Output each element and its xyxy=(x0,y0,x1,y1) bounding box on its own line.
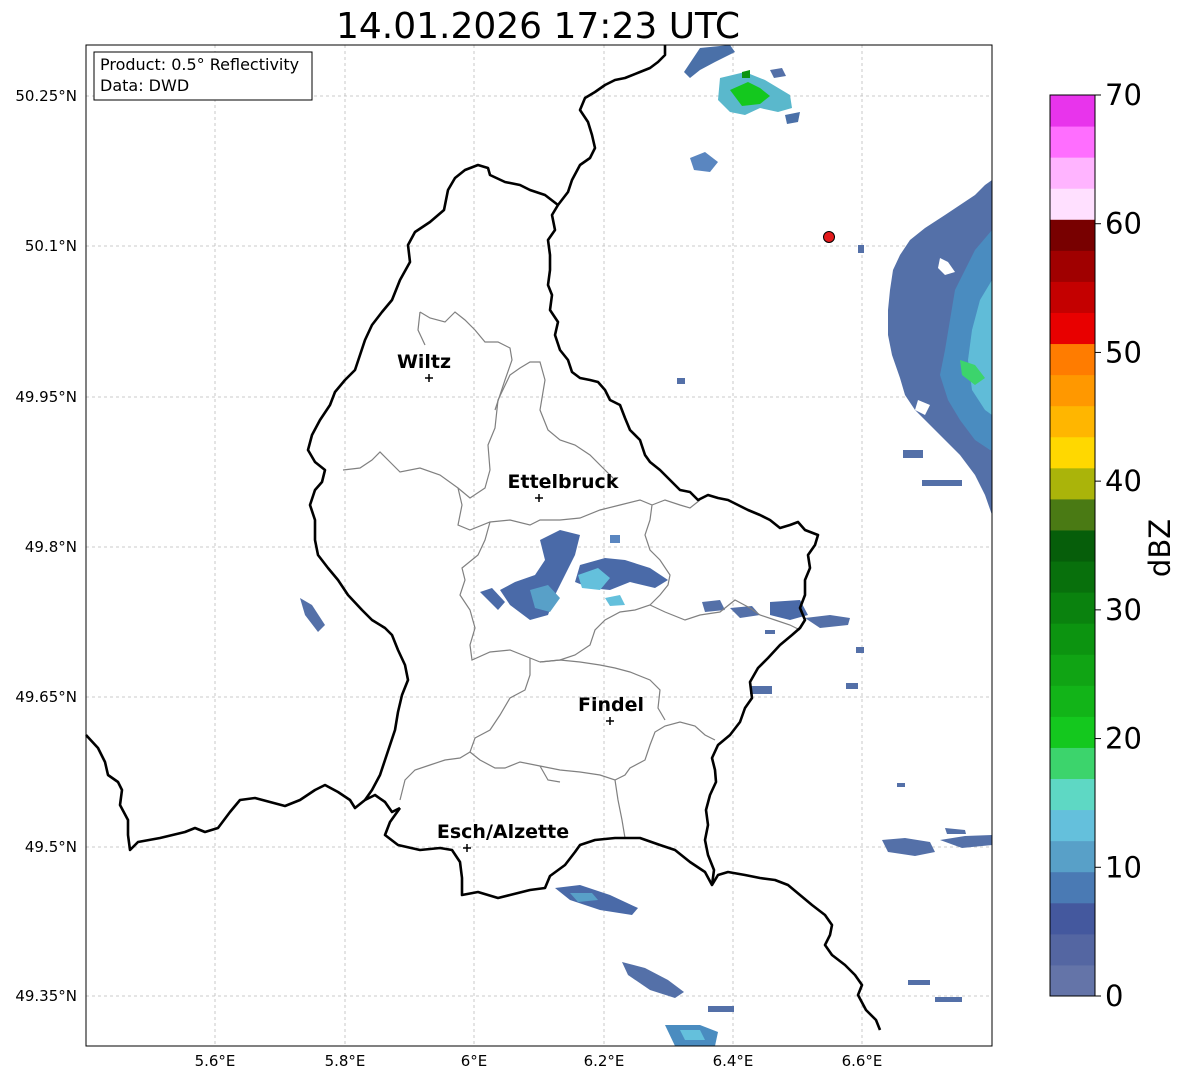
colorbar-block xyxy=(1050,436,1095,469)
colorbar-block xyxy=(1050,219,1095,251)
y-tick-label: 49.8°N xyxy=(25,538,77,556)
colorbar-block xyxy=(1050,747,1095,780)
colorbar-block xyxy=(1050,933,1095,966)
colorbar-title: dBZ xyxy=(1143,519,1177,577)
y-tick-label: 50.25°N xyxy=(15,87,77,105)
colorbar-block xyxy=(1050,312,1095,345)
colorbar-block xyxy=(1050,592,1095,624)
city-label: Wiltz xyxy=(397,351,451,373)
y-tick-label: 49.5°N xyxy=(25,838,77,856)
x-tick-label: 6.2°E xyxy=(584,1052,625,1070)
colorbar-block xyxy=(1050,374,1095,407)
x-tick-label: 6.6°E xyxy=(842,1052,883,1070)
colorbar-blocks xyxy=(1050,95,1095,997)
y-tick-label: 49.35°N xyxy=(15,987,77,1005)
y-tick-labels: 50.25°N 50.1°N 49.95°N 49.8°N 49.65°N 49… xyxy=(15,87,77,1005)
city-label: Esch/Alzette xyxy=(437,821,569,843)
colorbar-tick-label: 50 xyxy=(1105,335,1142,369)
colorbar-block xyxy=(1050,778,1095,811)
x-tick-label: 6.4°E xyxy=(713,1052,754,1070)
colorbar-tick-label: 30 xyxy=(1105,593,1142,627)
colorbar-block xyxy=(1050,964,1095,997)
colorbar-block xyxy=(1050,654,1095,686)
colorbar-tick-label: 20 xyxy=(1105,722,1142,756)
colorbar-ticks: 0 10 20 30 40 50 60 70 xyxy=(1095,78,1142,1013)
colorbar-block xyxy=(1050,529,1095,562)
colorbar-tick-label: 40 xyxy=(1105,464,1142,498)
colorbar-tick-label: 70 xyxy=(1105,78,1142,112)
city-label: Findel xyxy=(578,694,644,716)
colorbar-block xyxy=(1050,716,1095,748)
colorbar-block xyxy=(1050,188,1095,220)
product-label: Product: 0.5° Reflectivity xyxy=(100,55,299,74)
map-panel: Wiltz Ettelbruck Findel Esch/Alzette Pro… xyxy=(85,44,993,1047)
colorbar-block xyxy=(1050,95,1095,127)
colorbar-tick-label: 10 xyxy=(1105,850,1142,884)
colorbar-block xyxy=(1050,405,1095,438)
colorbar: 0 10 20 30 40 50 60 70 dBZ xyxy=(1049,78,1177,1013)
radar-map-figure: 14.01.2026 17:23 UTC Wiltz Ettelbruck Fi… xyxy=(15,6,1177,1070)
x-tick-label: 6°E xyxy=(461,1052,488,1070)
y-tick-label: 49.65°N xyxy=(15,688,77,706)
y-tick-label: 49.95°N xyxy=(15,388,77,406)
colorbar-block xyxy=(1050,157,1095,189)
radar-site-marker xyxy=(823,231,835,243)
colorbar-block xyxy=(1050,902,1095,935)
colorbar-block xyxy=(1050,809,1095,842)
colorbar-block xyxy=(1050,467,1095,500)
city-label: Ettelbruck xyxy=(508,471,619,493)
x-tick-label: 5.8°E xyxy=(325,1052,366,1070)
info-box: Product: 0.5° Reflectivity Data: DWD xyxy=(93,51,313,101)
colorbar-block xyxy=(1050,561,1095,593)
colorbar-block xyxy=(1050,840,1095,873)
colorbar-block xyxy=(1050,250,1095,282)
data-source-label: Data: DWD xyxy=(100,76,189,95)
colorbar-block xyxy=(1050,343,1095,376)
colorbar-block xyxy=(1050,685,1095,717)
colorbar-block xyxy=(1050,126,1095,158)
colorbar-tick-label: 60 xyxy=(1105,207,1142,241)
map-title: 14.01.2026 17:23 UTC xyxy=(336,6,740,47)
x-tick-labels: 5.6°E 5.8°E 6°E 6.2°E 6.4°E 6.6°E xyxy=(195,1052,883,1070)
y-tick-label: 50.1°N xyxy=(25,237,77,255)
colorbar-block xyxy=(1050,871,1095,904)
colorbar-block xyxy=(1050,623,1095,655)
colorbar-block xyxy=(1050,498,1095,531)
colorbar-block xyxy=(1050,281,1095,313)
x-tick-label: 5.6°E xyxy=(195,1052,236,1070)
colorbar-tick-label: 0 xyxy=(1105,979,1123,1013)
